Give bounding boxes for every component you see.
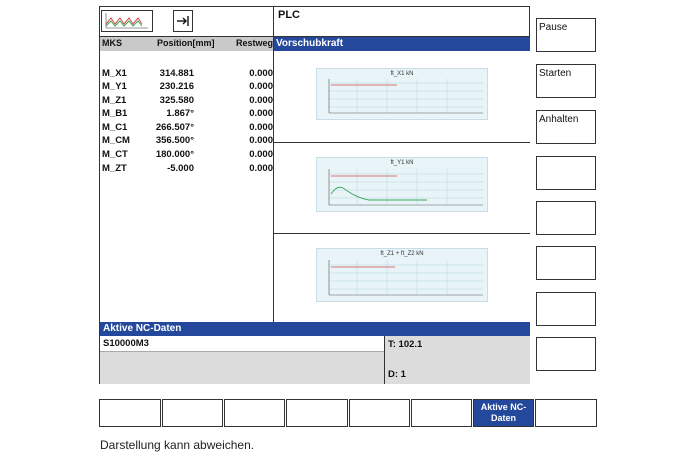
active-nc-data-button[interactable]: Aktive NC-Daten [473, 399, 534, 427]
softkey-right-8[interactable] [536, 337, 596, 371]
softkey-right-7[interactable] [536, 292, 596, 326]
chart-panel-x1: ft_X1 kN [274, 51, 530, 143]
nc-program-line: S10000M3 [100, 336, 384, 352]
signal-graph-icon[interactable] [101, 10, 153, 32]
footer-note: Darstellung kann abweichen. [100, 438, 255, 452]
table-row: M_ZT -5.000 0.000 [100, 163, 273, 175]
softkey-bottom-8[interactable] [535, 399, 597, 427]
axis-position: 325.580 [159, 95, 194, 106]
axis-restweg: 0.000 [249, 149, 273, 160]
axis-position: 230.216 [159, 81, 194, 92]
axis-restweg: 0.000 [249, 68, 273, 79]
table-row: M_B1 1.867° 0.000 [100, 108, 273, 120]
table-row: M_C1 266.507° 0.000 [100, 122, 273, 134]
start-button[interactable]: Starten [536, 64, 596, 98]
axis-restweg: 0.000 [249, 163, 273, 174]
axis-restweg: 0.000 [249, 95, 273, 106]
softkey-right-6[interactable] [536, 246, 596, 280]
softkey-bottom-6[interactable] [411, 399, 472, 427]
axis-table-header: MKS Position[mm] Restweg [100, 37, 273, 51]
chart-panel-z: ft_Z1 + ft_Z2 kN [274, 234, 530, 322]
softkey-bottom-1[interactable] [99, 399, 161, 427]
mini-chart: ft_Z1 + ft_Z2 kN [316, 248, 488, 302]
table-row: M_CT 180.000° 0.000 [100, 149, 273, 161]
softkey-bottom-5[interactable] [349, 399, 410, 427]
nc-tool: T: 102.1 [388, 339, 423, 350]
axis-restweg: 0.000 [249, 122, 273, 133]
col-mks: MKS [102, 38, 122, 48]
nc-tool-info: T: 102.1 D: 1 [384, 336, 530, 384]
axis-restweg: 0.000 [249, 135, 273, 146]
table-row: M_Z1 325.580 0.000 [100, 95, 273, 107]
softkey-bottom-2[interactable] [162, 399, 223, 427]
table-row: M_CM 356.500° 0.000 [100, 135, 273, 147]
axis-restweg: 0.000 [249, 108, 273, 119]
softkey-right-5[interactable] [536, 201, 596, 235]
col-restweg: Restweg [235, 38, 273, 48]
table-row: M_Y1 230.216 0.000 [100, 81, 273, 93]
plc-label: PLC [273, 6, 530, 37]
axis-position: 1.867° [166, 108, 194, 119]
chart-panel-y1: ft_Y1 kN [274, 143, 530, 234]
feed-force-title: Vorschubkraft [273, 37, 530, 51]
axis-restweg: 0.000 [249, 81, 273, 92]
softkey-bottom-4[interactable] [286, 399, 348, 427]
enter-arrow-icon[interactable] [173, 10, 193, 32]
softkey-bottom-3[interactable] [224, 399, 285, 427]
axis-position: 266.507° [155, 122, 194, 133]
nc-data-title: Aktive NC-Daten [100, 322, 530, 336]
stop-button[interactable]: Anhalten [536, 110, 596, 144]
axis-position: -5.000 [167, 163, 194, 174]
axis-position: 180.000° [155, 149, 194, 160]
axis-name: M_Z1 [102, 95, 127, 106]
axis-position: 314.881 [159, 68, 194, 79]
nc-d-value: D: 1 [388, 369, 406, 380]
softkey-right-4[interactable] [536, 156, 596, 190]
axis-position: 356.500° [155, 135, 194, 146]
col-position: Position[mm] [157, 38, 215, 48]
mini-chart: ft_X1 kN [316, 68, 488, 120]
mini-chart: ft_Y1 kN [316, 157, 488, 212]
table-row: M_X1 314.881 0.000 [100, 68, 273, 80]
pause-button[interactable]: Pause [536, 18, 596, 52]
